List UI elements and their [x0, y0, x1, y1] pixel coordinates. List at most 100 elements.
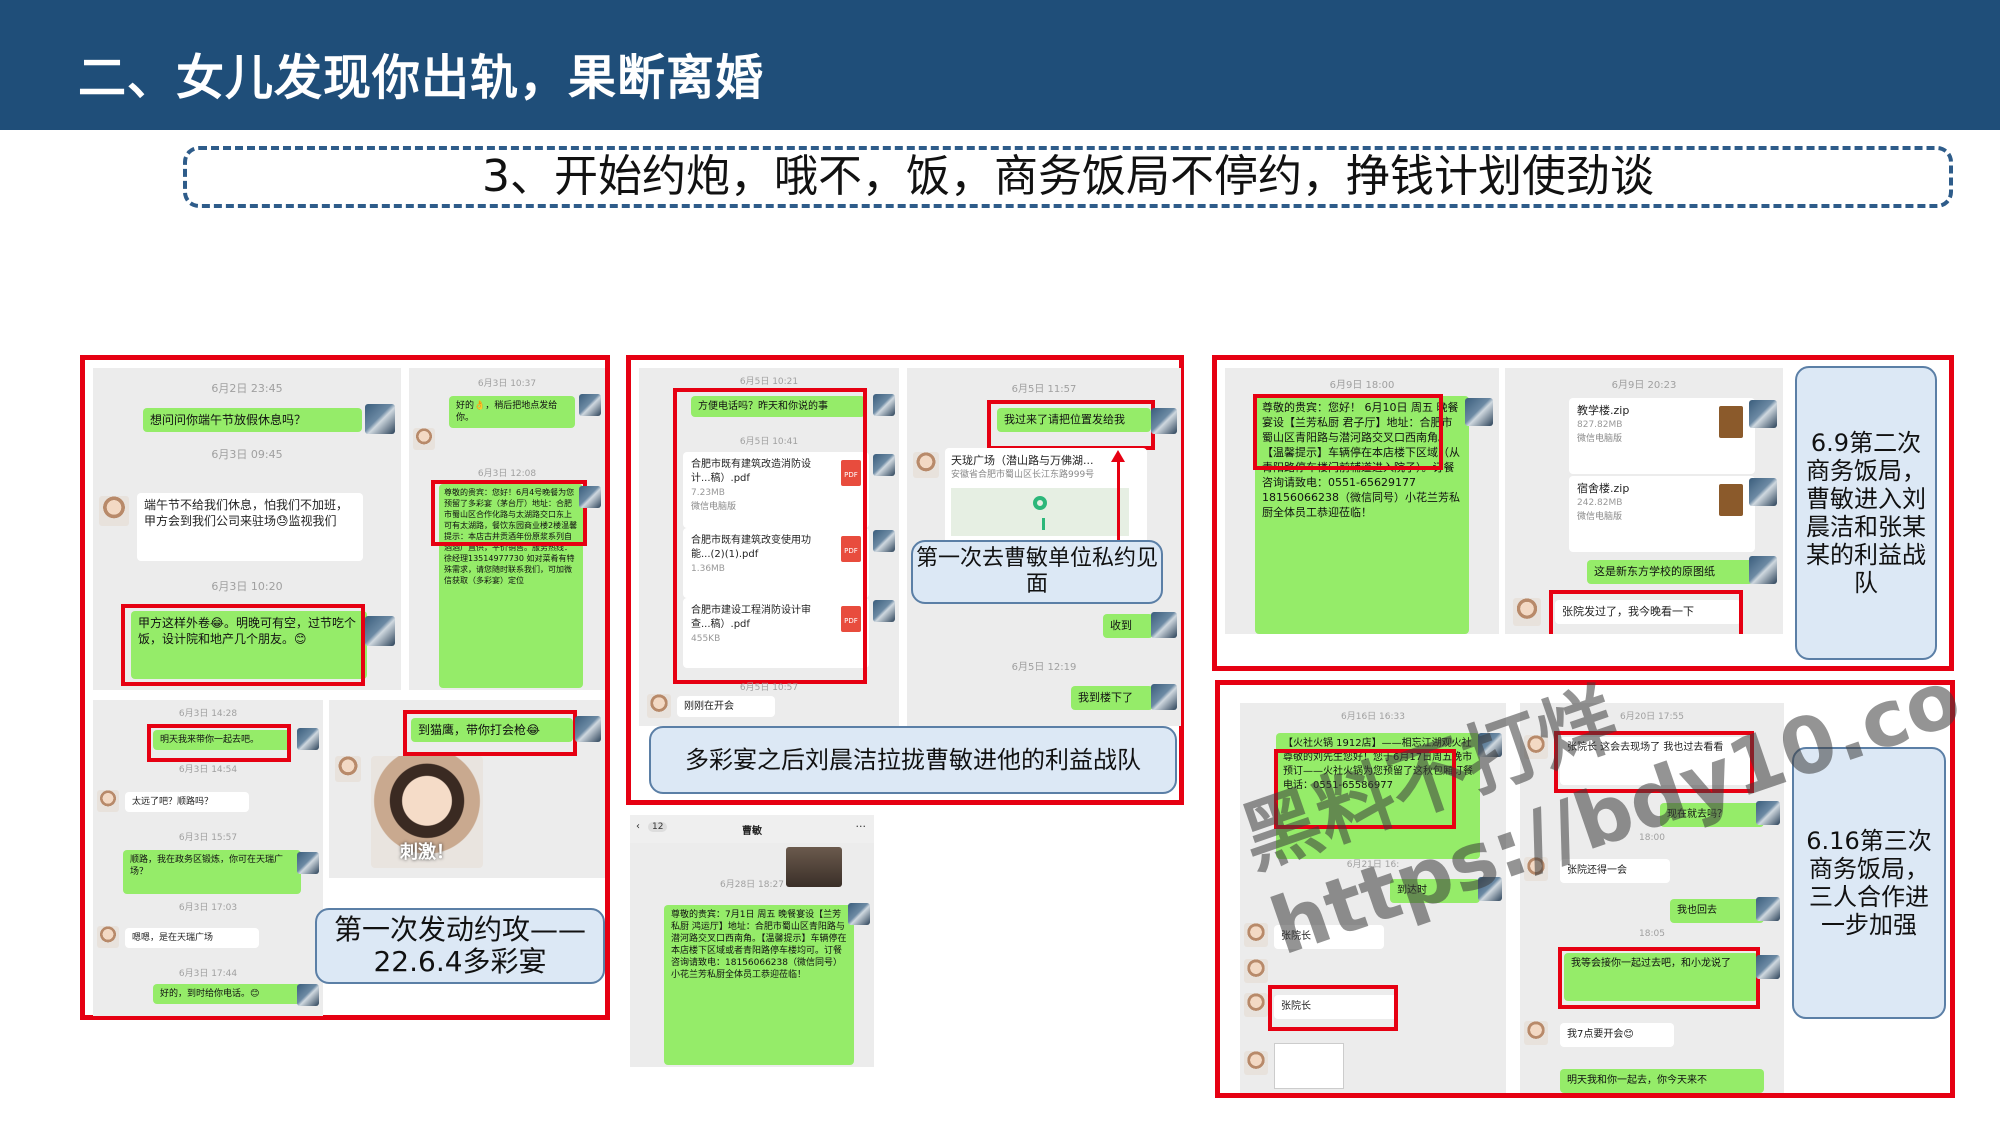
arrow-icon	[1117, 460, 1120, 542]
callout-box: 第一次去曹敏单位私约见面	[911, 540, 1163, 604]
avatar	[579, 486, 601, 508]
chat-time: 6月28日 18:27	[720, 880, 784, 890]
chat-bubble-sent: 我也回去	[1670, 899, 1764, 923]
highlight-box	[1253, 394, 1443, 470]
sticker-caption: 刺激！	[400, 842, 454, 863]
callout-box: 第一次发动约攻——22.6.4多彩宴	[315, 908, 605, 984]
chat-bubble-sent: 尊敬的贵宾：7月1日 周五 晚餐宴设【兰芳私厨 鸿运厅】地址：合肥市蜀山区青阳路…	[664, 905, 854, 1065]
callout-text: 第一次发动约攻——22.6.4多彩宴	[333, 913, 586, 978]
avatar	[1749, 556, 1777, 584]
avatar	[297, 728, 319, 750]
chat-bubble-sent: 明天我和你一起去，你今天来不	[1560, 1069, 1764, 1093]
sticker-image	[1274, 1043, 1344, 1089]
avatar	[579, 394, 601, 416]
avatar	[873, 600, 895, 622]
avatar	[97, 790, 119, 812]
subtitle: 3、开始约炮，哦不，饭，商务饭局不停约，挣钱计划使劲谈	[482, 151, 1654, 202]
chat-time: 6月3日 17:03	[178, 903, 238, 913]
avatar	[873, 454, 895, 476]
avatar	[1244, 993, 1268, 1017]
chat-nav-bar: ‹ 12 曹敏 ···	[630, 815, 874, 843]
avatar	[335, 756, 361, 782]
avatar	[1151, 612, 1177, 638]
chat-bubble-sent: 收到	[1103, 614, 1153, 638]
chat-time: 6月5日 12:19	[1011, 662, 1077, 673]
arrow-head-icon	[1111, 450, 1125, 462]
callout-text: 6.16第三次商务饭局，三人合作进一步加强	[1806, 827, 1932, 939]
avatar	[1244, 923, 1268, 947]
chat-bubble-sent: 这是新东方学校的原图纸	[1587, 560, 1753, 584]
avatar	[99, 496, 129, 526]
avatar	[297, 852, 319, 874]
avatar	[1513, 598, 1541, 626]
avatar	[913, 452, 939, 478]
highlight-box	[1268, 985, 1398, 1031]
panel-first-private-meeting: 6月5日 10:21 方便电话吗？昨天和你说的事 6月5日 10:41 合肥市既…	[626, 355, 1184, 805]
chat-title: 曹敏	[742, 826, 762, 837]
chat-time: 6月3日 10:20	[211, 580, 283, 593]
callout-text: 多彩宴之后刘晨洁拉拢曹敏进他的利益战队	[685, 746, 1141, 774]
page-title: 二、女儿发现你出轨，果断离婚	[78, 50, 765, 106]
highlight-box	[1558, 947, 1760, 1009]
zip-file-icon	[1719, 484, 1743, 516]
chat-bubble-sent: 顺路，我在政务区锻炼，你可在天瑞广场？	[123, 850, 301, 894]
chat-screenshot: 6月9日 18:00 尊敬的贵宾：您好！ 6月10日 周五 晚餐宴设【兰芳私厨 …	[1225, 368, 1499, 634]
chat-screenshot: 6月3日 10:37 好的👌，稍后把地点发给你。 6月3日 12:08 尊敬的贵…	[409, 368, 605, 690]
more-icon[interactable]: ···	[856, 820, 867, 833]
chat-time: 6月5日 11:57	[1011, 384, 1077, 395]
chat-bubble-sent: 我到楼下了	[1071, 686, 1153, 710]
chat-bubble-sent: 想问问你端午节放假休息吗？	[143, 408, 362, 432]
avatar	[297, 984, 319, 1006]
chat-bubble-received: 太远了吧？顺路吗？	[125, 792, 249, 812]
sticker-image: 刺激！	[371, 756, 483, 868]
avatar	[413, 428, 435, 450]
avatar	[97, 926, 119, 948]
file-attachment[interactable]: 教学楼.zip 827.82MB 微信电脑版	[1569, 398, 1755, 474]
chat-time: 6月3日 15:57	[178, 833, 238, 843]
avatar	[1749, 478, 1777, 506]
chat-bubble-received: 端午节不给我们休息，怕我们不加班，甲方会到我们公司来驻场😓监视我们	[137, 493, 363, 561]
avatar	[1244, 959, 1268, 983]
chat-screenshot: 6月3日 14:28 明天我来带你一起去吧。 6月3日 14:54 太远了吧？顺…	[93, 700, 323, 1016]
chat-time: 6月3日 12:08	[477, 469, 537, 479]
highlight-box	[1549, 590, 1743, 634]
avatar	[873, 530, 895, 552]
avatar	[575, 716, 601, 742]
chat-bubble-received: 嗯嗯，是在天瑞广场	[125, 928, 259, 948]
chat-screenshot: 6月5日 10:21 方便电话吗？昨天和你说的事 6月5日 10:41 合肥市既…	[639, 368, 899, 726]
chat-bubble-received: 我7点要开会😊	[1560, 1023, 1674, 1047]
highlight-box	[147, 724, 291, 762]
chat-screenshot: 到猫鹰，带你打会枪😂 刺激！	[329, 700, 605, 878]
highlight-box	[431, 480, 587, 546]
chat-screenshot: 6月2日 23:45 想问问你端午节放假休息吗？ 6月3日 09:45 端午节不…	[93, 368, 401, 690]
avatar	[1244, 1051, 1268, 1075]
chat-time: 6月3日 14:54	[178, 765, 238, 775]
chat-time: 6月3日 09:45	[211, 448, 283, 461]
chat-screenshot: ‹ 12 曹敏 ··· 6月28日 18:27 尊敬的贵宾：7月1日 周五 晚餐…	[630, 815, 874, 1067]
panel-first-dinner: 6月2日 23:45 想问问你端午节放假休息吗？ 6月3日 09:45 端午节不…	[80, 355, 610, 1020]
chat-time: 6月5日 10:57	[739, 683, 799, 693]
location-address: 安徽省合肥市蜀山区长江东路999号	[951, 470, 1095, 480]
chat-time: 6月5日 10:21	[739, 377, 799, 387]
avatar	[1151, 684, 1177, 710]
avatar	[873, 394, 895, 416]
map-pin-icon	[1033, 496, 1047, 510]
chat-time: 6月3日 10:37	[477, 379, 537, 389]
avatar	[365, 616, 395, 646]
avatar	[1151, 408, 1177, 434]
chat-bubble-received: 刚刚在开会	[677, 696, 775, 717]
avatar	[647, 694, 671, 718]
chat-time: 6月9日 20:23	[1611, 380, 1677, 391]
highlight-box	[987, 400, 1155, 450]
highlight-box	[121, 604, 365, 686]
highlight-box	[403, 710, 577, 756]
chat-time: 6月2日 23:45	[211, 382, 283, 395]
chat-time: 18:05	[1639, 929, 1665, 939]
avatar	[1465, 398, 1493, 426]
chat-bubble-sent: 好的👌，稍后把地点发给你。	[449, 396, 575, 428]
callout-text: 第一次去曹敏单位私约见面	[915, 546, 1158, 597]
highlight-box	[673, 388, 867, 684]
avatar	[365, 404, 395, 434]
file-attachment[interactable]: 宿舍楼.zip 242.82MB 微信电脑版	[1569, 476, 1755, 552]
avatar	[1749, 400, 1777, 428]
